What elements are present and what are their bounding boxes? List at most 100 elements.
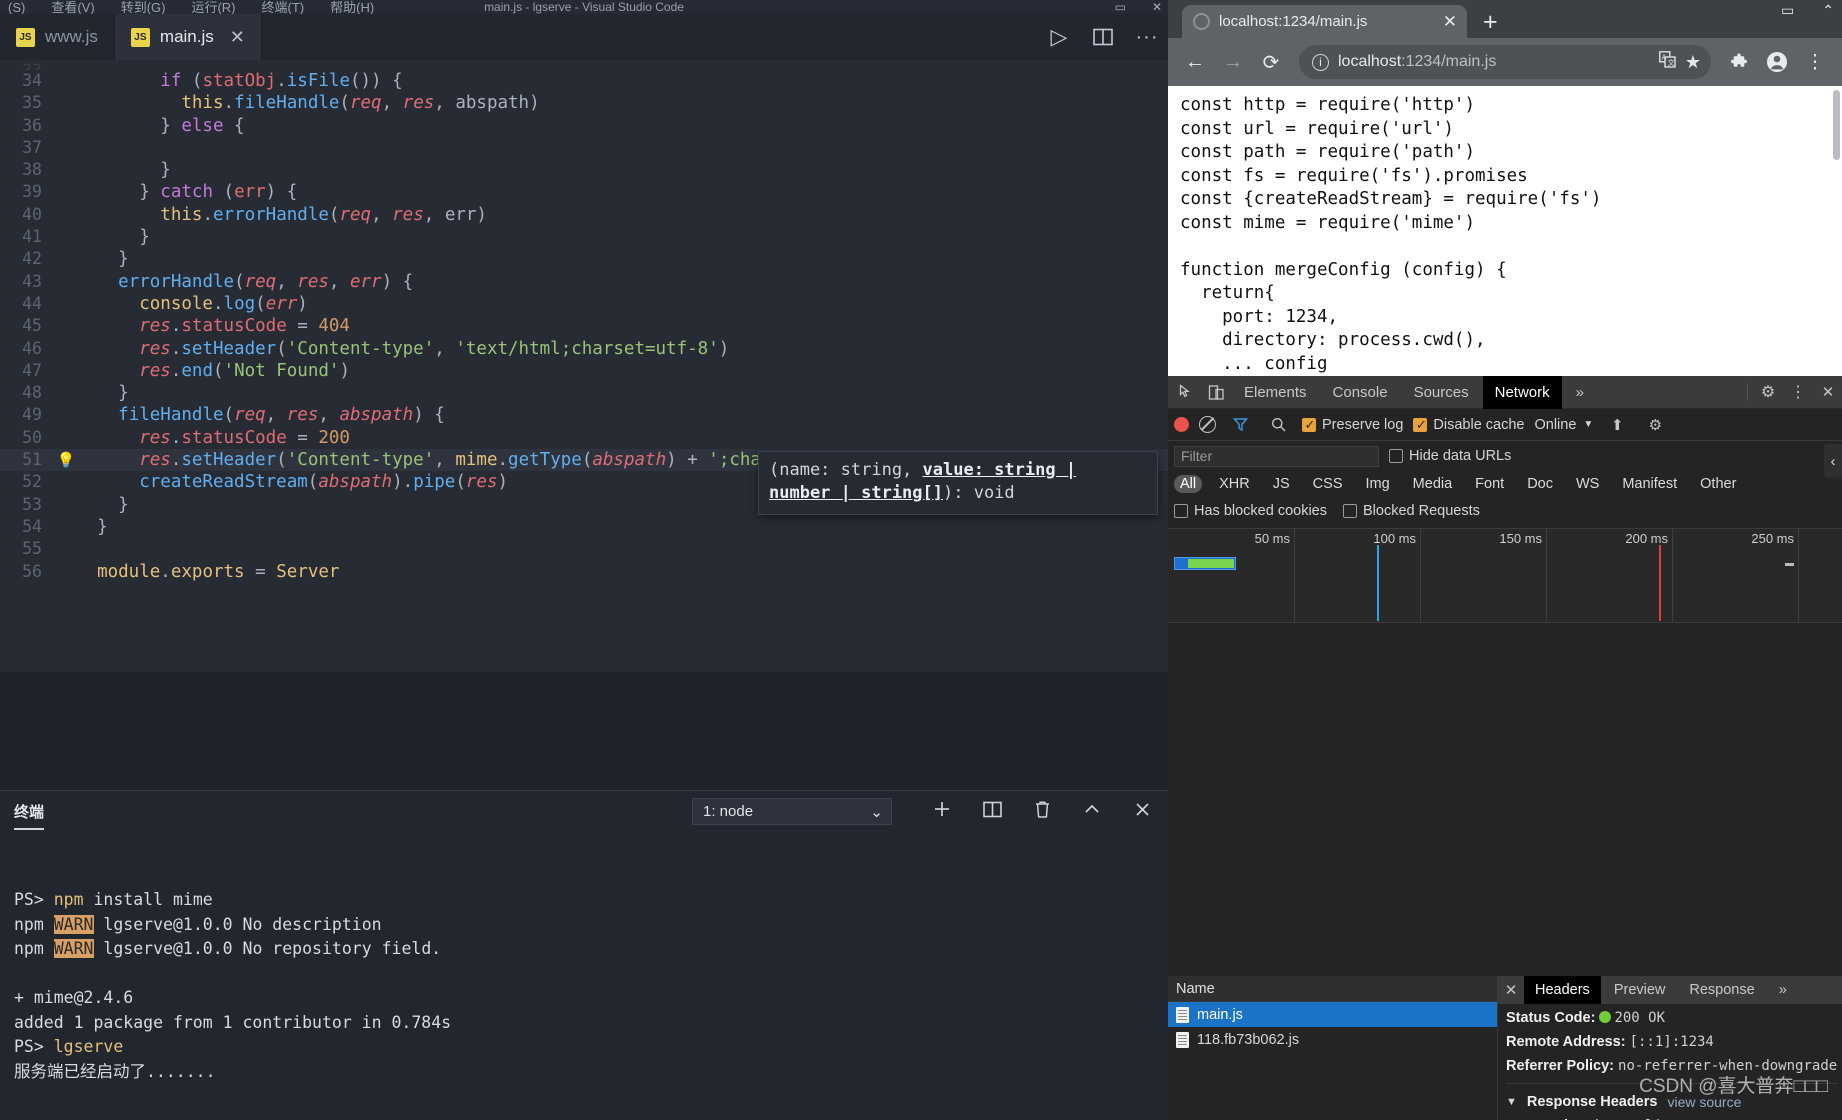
bookmark-star-icon[interactable]: ★ (1685, 52, 1701, 73)
type-filter-xhr[interactable]: XHR (1213, 475, 1256, 493)
menu-item-view[interactable]: 查看(V) (51, 1, 94, 14)
checkbox-box (1413, 417, 1428, 433)
more-detail-tabs-button[interactable]: » (1768, 976, 1798, 1004)
back-button[interactable]: ← (1178, 45, 1212, 79)
hide-data-urls-checkbox[interactable]: Hide data URLs (1389, 448, 1511, 464)
throttling-select[interactable]: Online ▼ (1534, 417, 1593, 433)
column-header-name: Name (1176, 980, 1215, 997)
blocked-requests-label: Blocked Requests (1363, 502, 1480, 519)
forward-button[interactable]: → (1216, 45, 1250, 79)
type-filter-img[interactable]: Img (1360, 475, 1396, 493)
search-icon[interactable] (1264, 412, 1292, 438)
page-scrollbar[interactable] (1833, 90, 1840, 160)
reload-button[interactable]: ⟳ (1254, 45, 1288, 79)
type-filter-doc[interactable]: Doc (1521, 475, 1559, 493)
terminal-selector[interactable]: 1: node ⌄ (692, 798, 892, 825)
maximize-button[interactable]: ▭ (1115, 0, 1126, 14)
kill-terminal-button[interactable] (1030, 797, 1054, 821)
split-terminal-button[interactable] (980, 797, 1004, 821)
menu-item-help[interactable]: 帮助(H) (330, 1, 374, 14)
menu-item-run[interactable]: 运行(R) (191, 1, 235, 14)
address-bar[interactable]: i localhost:1234/main.js A 文 ★ (1299, 45, 1711, 79)
import-har-button[interactable]: ⬆ (1603, 412, 1631, 438)
has-blocked-cookies-checkbox[interactable]: Has blocked cookies (1174, 503, 1327, 519)
close-panel-button[interactable] (1130, 797, 1154, 821)
terminal-output[interactable]: PS> npm install mime npm WARN lgserve@1.0… (14, 839, 1158, 1116)
disable-cache-checkbox[interactable]: Disable cache (1413, 417, 1524, 433)
quick-fix-lightbulb-icon[interactable]: 💡 (56, 449, 76, 471)
code-line: 54 } (0, 516, 1168, 538)
devtools-kebab-button[interactable]: ⋮ (1784, 379, 1812, 405)
close-tab-icon[interactable]: ✕ (230, 28, 245, 46)
record-button[interactable] (1174, 417, 1189, 432)
type-filter-font[interactable]: Font (1469, 475, 1510, 493)
filter-input[interactable]: Filter (1174, 445, 1379, 467)
devtools-drawer-toggle[interactable]: ‹ (1824, 444, 1842, 478)
preserve-log-checkbox[interactable]: Preserve log (1302, 417, 1403, 433)
maximize-panel-button[interactable] (1080, 797, 1104, 821)
type-filter-media[interactable]: Media (1407, 475, 1459, 493)
more-tabs-button[interactable]: » (1564, 376, 1596, 409)
browser-tab[interactable]: localhost:1234/main.js ✕ (1182, 5, 1467, 38)
tab-headers[interactable]: Headers (1524, 976, 1601, 1004)
network-overview-timeline[interactable]: 50 ms 100 ms 150 ms 200 ms 250 ms (1168, 528, 1842, 623)
type-filter-manifest[interactable]: Manifest (1616, 475, 1683, 493)
tab-response[interactable]: Response (1678, 976, 1765, 1004)
type-filter-ws[interactable]: WS (1570, 475, 1605, 493)
device-toolbar-icon[interactable] (1202, 379, 1230, 405)
site-info-icon[interactable]: i (1312, 53, 1329, 71)
signature-line1-pre: (name: string, (769, 460, 923, 480)
type-filter-css[interactable]: CSS (1307, 475, 1349, 493)
minimize-button[interactable]: ⌃ (1822, 2, 1834, 19)
gutter-spacer (56, 404, 76, 426)
gutter-spacer (56, 60, 76, 70)
terminal-line: added 1 package from 1 contributor in 0.… (14, 1012, 452, 1032)
run-button[interactable]: ▷ (1048, 24, 1070, 49)
close-detail-button[interactable]: ✕ (1500, 981, 1522, 999)
devtools-close-button[interactable]: ✕ (1814, 379, 1842, 405)
menu-item-goto[interactable]: 转到(G) (121, 1, 166, 14)
close-window-button[interactable]: ✕ (1152, 0, 1162, 14)
editor-tab-label: main.js (159, 27, 214, 46)
new-terminal-button[interactable] (930, 797, 954, 821)
tab-elements[interactable]: Elements (1232, 376, 1319, 409)
request-row[interactable]: 118.fb73b062.js (1168, 1027, 1497, 1052)
close-tab-icon[interactable]: ✕ (1443, 12, 1457, 32)
tab-sources[interactable]: Sources (1402, 376, 1481, 409)
tab-preview[interactable]: Preview (1603, 976, 1677, 1004)
type-filter-js[interactable]: JS (1267, 475, 1296, 493)
editor-tab-wwwjs[interactable]: JS www.js (0, 14, 115, 60)
request-timeline-bar (1174, 557, 1236, 570)
extensions-button[interactable] (1722, 45, 1756, 79)
new-tab-button[interactable]: + (1483, 10, 1498, 35)
devtools-settings-button[interactable]: ⚙ (1754, 379, 1782, 405)
inspect-element-icon[interactable] (1172, 379, 1200, 405)
code-editor[interactable]: 3334 if (statObj.isFile()) {35 this.file… (0, 60, 1168, 672)
code-text: res.setHeader('Content-type', 'text/html… (139, 338, 730, 359)
code-line: 55 (0, 538, 1168, 560)
network-settings-button[interactable]: ⚙ (1641, 412, 1669, 438)
browser-tab-title: localhost:1234/main.js (1219, 13, 1368, 30)
type-filter-other[interactable]: Other (1694, 475, 1742, 493)
split-editor-button[interactable] (1092, 26, 1114, 48)
blocked-requests-checkbox[interactable]: Blocked Requests (1343, 503, 1480, 519)
tab-network[interactable]: Network (1482, 375, 1562, 409)
request-row[interactable]: main.js (1168, 1002, 1497, 1027)
more-actions-button[interactable]: ··· (1136, 26, 1158, 48)
filter-icon[interactable] (1226, 412, 1254, 438)
tab-console[interactable]: Console (1321, 376, 1400, 409)
editor-tab-mainjs[interactable]: JS main.js ✕ (114, 14, 262, 60)
menu-item-0[interactable]: (S) (8, 1, 25, 14)
line-number: 50 (22, 427, 42, 447)
header-key: Remote Address: (1506, 1034, 1630, 1050)
terminal-tab-label[interactable]: 终端 (14, 801, 45, 830)
profile-button[interactable] (1760, 45, 1794, 79)
maximize-button[interactable]: ▭ (1781, 2, 1794, 19)
menu-item-terminal[interactable]: 终端(T) (262, 1, 305, 14)
type-filter-all[interactable]: All (1174, 475, 1203, 493)
signature-help-tooltip: (name: string, value: string | number | … (758, 451, 1158, 515)
browser-menu-button[interactable]: ⋮ (1798, 45, 1832, 79)
clear-button[interactable] (1199, 416, 1216, 433)
translate-icon[interactable]: A 文 (1659, 51, 1676, 73)
